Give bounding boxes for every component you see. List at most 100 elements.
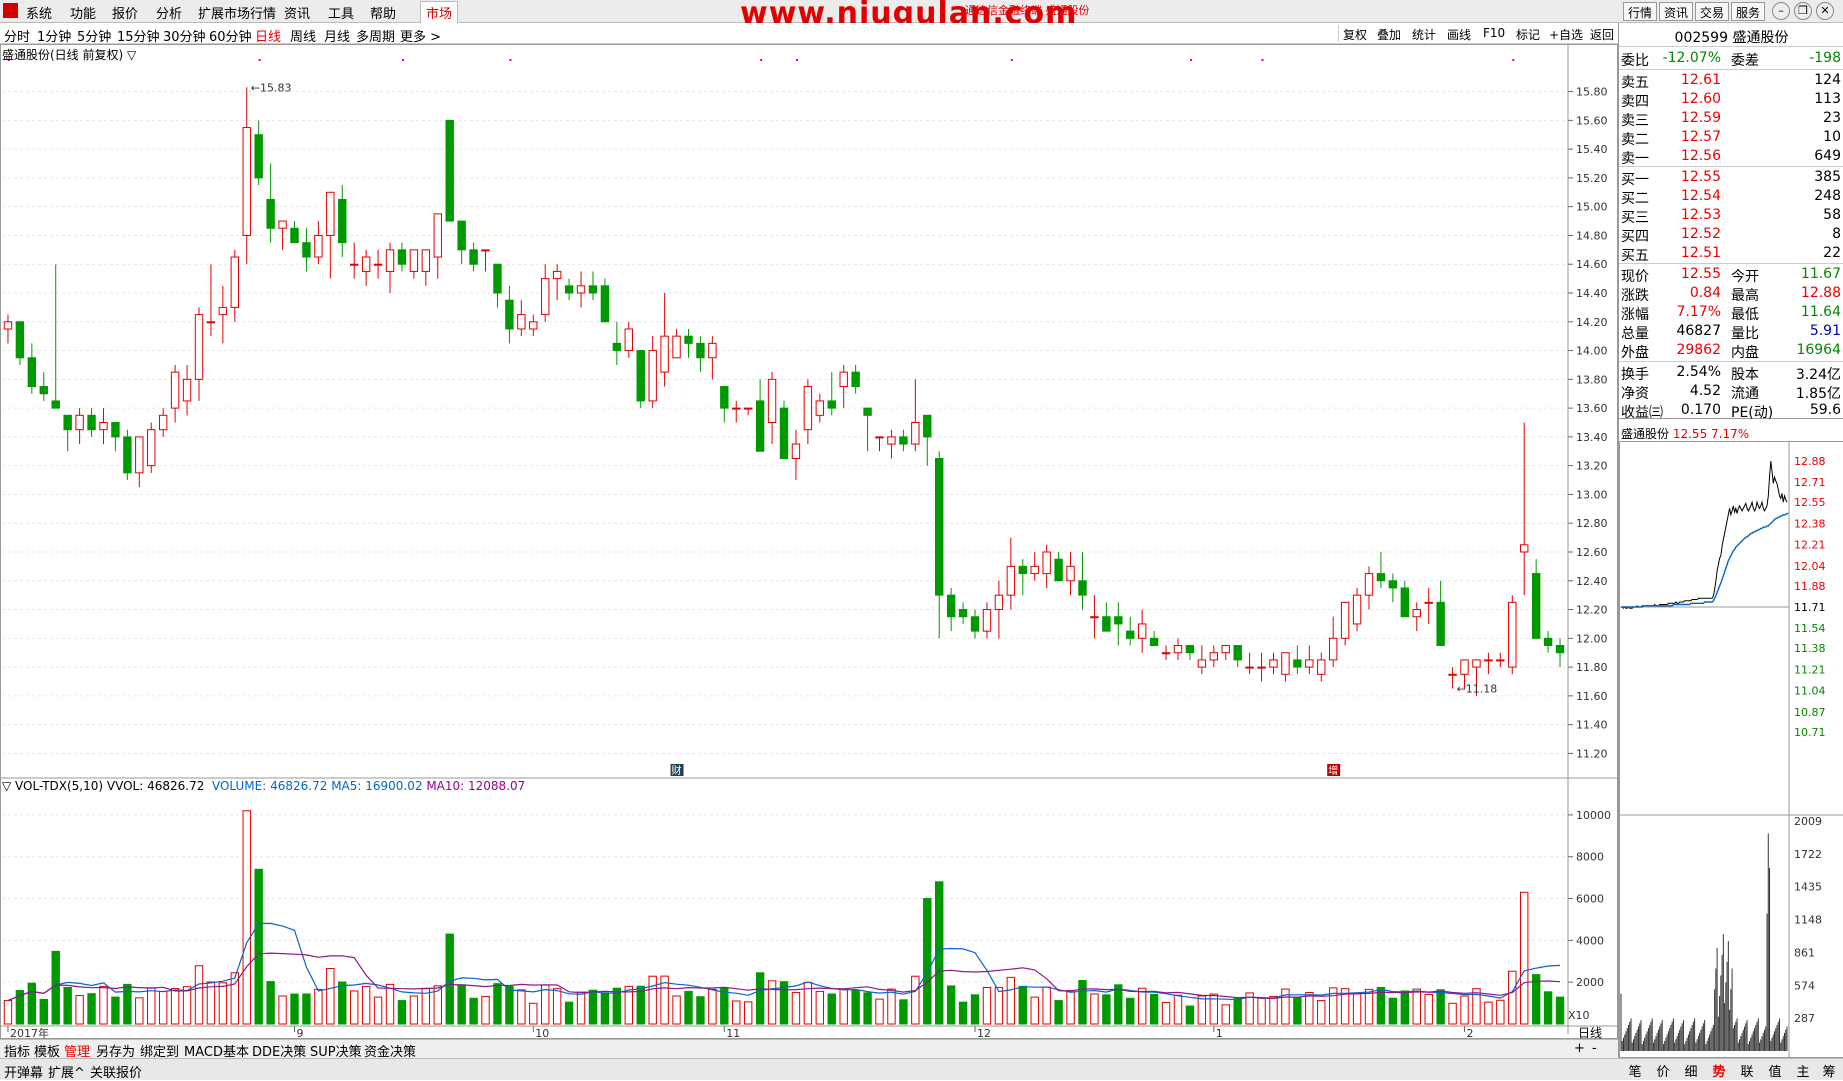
right-tab-chips[interactable]: 筹 [1815, 1061, 1843, 1080]
minimize-icon[interactable]: – [1772, 2, 1790, 20]
menu-item-news[interactable]: 资讯 [284, 3, 310, 22]
date-axis-label: 2 [1467, 1027, 1474, 1039]
volume-bar [1401, 991, 1408, 1024]
period-tab-60min[interactable]: 60分钟 [209, 26, 252, 45]
tool-stats[interactable]: 统计 [1412, 26, 1436, 43]
right-tab-detail[interactable]: 细 [1677, 1061, 1705, 1080]
tool-mark[interactable]: 标记 [1516, 26, 1540, 43]
zoom-in-button[interactable]: + [1574, 1041, 1585, 1056]
tool-back[interactable]: 返回 [1590, 26, 1614, 43]
candle [1413, 602, 1420, 631]
menu-item-ext-market[interactable]: 扩展市场行情 [198, 3, 276, 22]
volume-bar [1186, 1006, 1193, 1024]
candle [88, 408, 95, 437]
volume-bar [601, 993, 608, 1024]
indicator-tabs: 指标 模板 管理 另存为 绑定到 MACD基本 DDE决策 SUP决策 资金决策… [0, 1039, 1618, 1058]
volume-bar [589, 990, 596, 1024]
period-tab-30min[interactable]: 30分钟 [163, 26, 206, 45]
bid-row: 买二12.54248 [1619, 187, 1843, 206]
ask-volume: 124 [1769, 72, 1841, 88]
volume-bar [482, 996, 489, 1024]
svg-text:增: 增 [1328, 764, 1338, 777]
stat-value: 29862 [1659, 342, 1721, 358]
ask-volume: 10 [1769, 129, 1841, 145]
candle [565, 279, 572, 301]
volume-indicator-name[interactable]: ▽ VOL-TDX(5,10) [2, 779, 103, 793]
tool-add-watchlist[interactable]: +自选 [1549, 26, 1583, 43]
volume-bar [243, 811, 250, 1024]
menu-item-tools[interactable]: 工具 [328, 3, 354, 22]
candle [1043, 545, 1050, 588]
top-button-trade[interactable]: 交易 [1695, 2, 1729, 21]
restore-icon[interactable]: ❐ [1794, 2, 1812, 20]
period-tab-intraday[interactable]: 分时 [4, 26, 30, 45]
candle [936, 451, 943, 638]
volume-bar [756, 973, 763, 1024]
date-axis-label: 12 [977, 1027, 991, 1039]
right-tab-value[interactable]: 值 [1761, 1061, 1789, 1080]
candle [828, 372, 835, 415]
volume-bar [1389, 998, 1396, 1024]
volume-bar [852, 990, 859, 1024]
top-button-service[interactable]: 服务 [1731, 2, 1765, 21]
tool-overlay[interactable]: 叠加 [1377, 26, 1401, 43]
candle [733, 401, 740, 423]
period-tab-monthly[interactable]: 月线 [324, 26, 350, 45]
tool-adjust[interactable]: 复权 [1343, 26, 1367, 43]
volume-bar [350, 991, 357, 1024]
candle [16, 322, 23, 365]
top-button-news[interactable]: 资讯 [1659, 2, 1693, 21]
period-tab-5min[interactable]: 5分钟 [77, 26, 111, 45]
menu-item-market[interactable]: 市场 [420, 1, 458, 24]
period-tab-multi[interactable]: 多周期 [356, 26, 395, 45]
candle [864, 408, 871, 451]
zoom-out-button[interactable]: - [1592, 1041, 1597, 1056]
volume-bar [1162, 1003, 1169, 1024]
price-tick-label: 12.60 [1576, 546, 1608, 559]
right-tab-main[interactable]: 主 [1789, 1061, 1817, 1080]
period-tab-1min[interactable]: 1分钟 [37, 26, 71, 45]
tool-draw[interactable]: 画线 [1447, 26, 1471, 43]
event-marker[interactable]: 增 [1327, 764, 1340, 777]
candle [458, 221, 465, 264]
mini-tick-down: 10.71 [1794, 726, 1826, 739]
right-tab-link[interactable]: 联 [1733, 1061, 1761, 1080]
right-tab-price[interactable]: 价 [1649, 1061, 1677, 1080]
ask-price: 12.60 [1659, 91, 1721, 107]
right-tab-trend[interactable]: 势 [1705, 1061, 1733, 1080]
menu-item-analysis[interactable]: 分析 [156, 3, 182, 22]
candle [1282, 653, 1289, 682]
volume-bar [64, 988, 71, 1024]
tool-f10[interactable]: F10 [1483, 26, 1505, 40]
mini-tick-down: 11.04 [1794, 685, 1826, 698]
volume-bar [398, 1001, 405, 1024]
menu-item-quote[interactable]: 报价 [112, 3, 138, 22]
volume-bar [1091, 994, 1098, 1024]
candle [625, 322, 632, 358]
ask-row: 卖五12.61124 [1619, 71, 1843, 90]
danmaku-toggle[interactable]: 开弹幕 [4, 1062, 43, 1081]
extend-toggle[interactable]: 扩展^ [48, 1062, 85, 1081]
mini-volume-tick: 287 [1794, 1012, 1815, 1025]
volume-bar [183, 987, 190, 1024]
period-tab-more[interactable]: 更多 > [400, 26, 441, 45]
candle [613, 322, 620, 365]
top-button-quotes[interactable]: 行情 [1623, 2, 1657, 21]
intraday-mini-chart[interactable]: 12.8812.7112.5512.3812.2112.0411.8811.71… [1619, 441, 1843, 1058]
candle [1556, 638, 1563, 667]
mini-price-line [1621, 461, 1787, 608]
period-tab-daily[interactable]: 日线 [255, 26, 281, 45]
menu-item-help[interactable]: 帮助 [370, 3, 396, 22]
menu-item-function[interactable]: 功能 [70, 3, 96, 22]
close-icon[interactable]: ✕ [1816, 2, 1834, 20]
stat-value: 5.91 [1769, 323, 1841, 339]
ask-row: 卖二12.5710 [1619, 128, 1843, 147]
related-quotes[interactable]: 关联报价 [90, 1062, 142, 1081]
period-tab-weekly[interactable]: 周线 [290, 26, 316, 45]
event-marker[interactable]: 财 [671, 764, 684, 777]
period-tab-15min[interactable]: 15分钟 [117, 26, 160, 45]
kline-chart[interactable]: 15.8015.6015.4015.2015.0014.8014.6014.40… [0, 44, 1618, 1039]
volume-bar [1258, 998, 1265, 1024]
menu-item-system[interactable]: 系统 [26, 3, 52, 22]
right-tab-trades[interactable]: 笔 [1621, 1061, 1649, 1080]
